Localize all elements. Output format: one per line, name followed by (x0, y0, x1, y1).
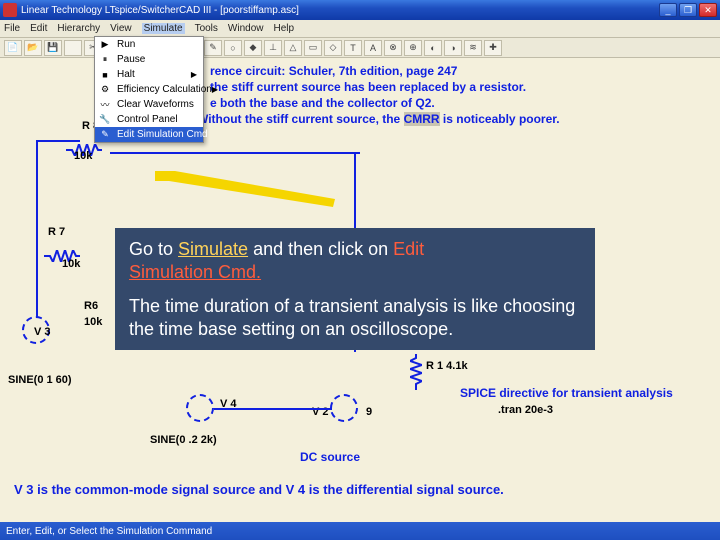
label-v2-num: 9 (366, 406, 372, 418)
status-text: Enter, Edit, or Select the Simulation Co… (6, 526, 212, 537)
window-buttons: _ ❐ ✕ (659, 3, 717, 17)
menu-item-clear-waveforms[interactable]: 〰 Clear Waveforms (95, 97, 203, 112)
menu-item-icon: 〰 (98, 98, 112, 112)
bottom-text: V 3 is the common-mode signal source and… (14, 482, 504, 497)
label-r1: R 1 4.1k (426, 360, 468, 372)
toolbar-btn-14[interactable]: △ (284, 40, 302, 56)
menu-simulate[interactable]: Simulate (142, 23, 185, 34)
window-title: Linear Technology LTspice/SwitcherCAD II… (21, 5, 659, 16)
label-r7-val: 10k (62, 258, 80, 270)
minimize-button[interactable]: _ (659, 3, 677, 17)
toolbar-btn-2[interactable]: 💾 (44, 40, 62, 56)
submenu-arrow-icon: ▶ (212, 85, 218, 94)
toolbar-btn-22[interactable]: ◑ (444, 40, 462, 56)
tutorial-overlay: Go to Simulate and then click on Edit Si… (115, 228, 595, 350)
toolbar-btn-16[interactable]: ◇ (324, 40, 342, 56)
wire (110, 152, 360, 154)
label-r8-val: 10k (74, 150, 92, 162)
toolbar-btn-0[interactable]: 📄 (4, 40, 22, 56)
label-v4-sine: SINE(0 .2 2k) (150, 434, 217, 446)
submenu-arrow-icon: ▶ (191, 70, 197, 79)
resistor-r1[interactable] (410, 354, 422, 390)
menu-item-label: Run (117, 39, 135, 50)
statusbar: Enter, Edit, or Select the Simulation Co… (0, 522, 720, 540)
label-r6: R6 (84, 300, 98, 312)
toolbar-btn-23[interactable]: ≋ (464, 40, 482, 56)
titlebar[interactable]: Linear Technology LTspice/SwitcherCAD II… (0, 0, 720, 20)
spice-cmd: .tran 20e-3 (498, 404, 553, 416)
toolbar-btn-19[interactable]: ⊗ (384, 40, 402, 56)
menu-item-icon: ⚙ (98, 83, 112, 97)
label-v3: V 3 (34, 326, 51, 338)
menu-item-halt[interactable]: ■ Halt ▶ (95, 67, 203, 82)
source-v4[interactable] (186, 394, 214, 422)
spice-label: SPICE directive for transient analysis (460, 386, 673, 400)
menu-item-icon: ✎ (98, 128, 112, 142)
toolbar-btn-3[interactable] (64, 40, 82, 56)
menu-item-efficiency-calculation[interactable]: ⚙Efficiency Calculation▶ (95, 82, 203, 97)
menu-tools[interactable]: Tools (195, 23, 218, 34)
wire (36, 140, 80, 142)
menu-item-label: Halt (117, 69, 135, 80)
toolbar-btn-11[interactable]: ○ (224, 40, 242, 56)
simulate-menu[interactable]: ▶ Run ⏸ Pause ■ Halt ▶ ⚙Efficiency Calculation▶… (94, 36, 204, 143)
overlay-line1b: Simulation Cmd. (129, 261, 581, 284)
cmrr-highlight: CMRR (404, 112, 440, 126)
menu-item-control-panel[interactable]: 🔧 Control Panel (95, 112, 203, 127)
source-v2[interactable] (330, 394, 358, 422)
toolbar-btn-13[interactable]: ⊥ (264, 40, 282, 56)
menu-window[interactable]: Window (228, 23, 264, 34)
wire (36, 140, 38, 260)
menu-item-edit-simulation-cmd[interactable]: ✎Edit Simulation Cmd (95, 127, 203, 142)
menu-item-icon: ■ (98, 68, 112, 82)
menu-item-run[interactable]: ▶ Run (95, 37, 203, 52)
menu-item-label: Control Panel (117, 114, 178, 125)
menu-item-label: Edit Simulation Cmd (117, 129, 208, 140)
menu-item-pause[interactable]: ⏸ Pause (95, 52, 203, 67)
schematic-text-3: e both the base and the collector of Q2. (210, 96, 435, 110)
menu-item-icon: 🔧 (98, 113, 112, 127)
overlay-line2: The time duration of a transient analysi… (129, 295, 581, 340)
label-r7: R 7 (48, 226, 65, 238)
label-v3-sine: SINE(0 1 60) (8, 374, 72, 386)
wire (214, 408, 332, 410)
dc-source-label: DC source (300, 450, 360, 464)
menu-help[interactable]: Help (274, 23, 295, 34)
menu-item-icon: ⏸ (98, 53, 112, 67)
menu-item-label: Pause (117, 54, 145, 65)
toolbar-btn-18[interactable]: A (364, 40, 382, 56)
toolbar-btn-24[interactable]: ✚ (484, 40, 502, 56)
schematic-text-2: the stiff current source has been replac… (210, 80, 526, 94)
menu-item-icon: ▶ (98, 38, 112, 52)
toolbar-btn-12[interactable]: ◆ (244, 40, 262, 56)
menu-edit[interactable]: Edit (30, 23, 47, 34)
toolbar-btn-15[interactable]: ▭ (304, 40, 322, 56)
menu-file[interactable]: File (4, 23, 20, 34)
close-button[interactable]: ✕ (699, 3, 717, 17)
toolbar-btn-1[interactable]: 📂 (24, 40, 42, 56)
menu-item-label: Clear Waveforms (117, 99, 194, 110)
overlay-line1: Go to Simulate and then click on Edit (129, 238, 581, 261)
schematic-text-4: Without the stiff current source, the CM… (197, 112, 560, 126)
toolbar-btn-20[interactable]: ⊕ (404, 40, 422, 56)
wire (36, 258, 38, 318)
maximize-button[interactable]: ❐ (679, 3, 697, 17)
schematic-text-1: rence circuit: Schuler, 7th edition, pag… (210, 64, 457, 78)
toolbar-btn-17[interactable]: T (344, 40, 362, 56)
toolbar-btn-10[interactable]: ✎ (204, 40, 222, 56)
label-r6-val: 10k (84, 316, 102, 328)
menu-view[interactable]: View (110, 23, 132, 34)
toolbar-btn-21[interactable]: ◐ (424, 40, 442, 56)
tutorial-arrow (155, 171, 335, 207)
menu-item-label: Efficiency Calculation (117, 84, 212, 95)
menu-hierarchy[interactable]: Hierarchy (57, 23, 100, 34)
app-icon (3, 3, 17, 17)
